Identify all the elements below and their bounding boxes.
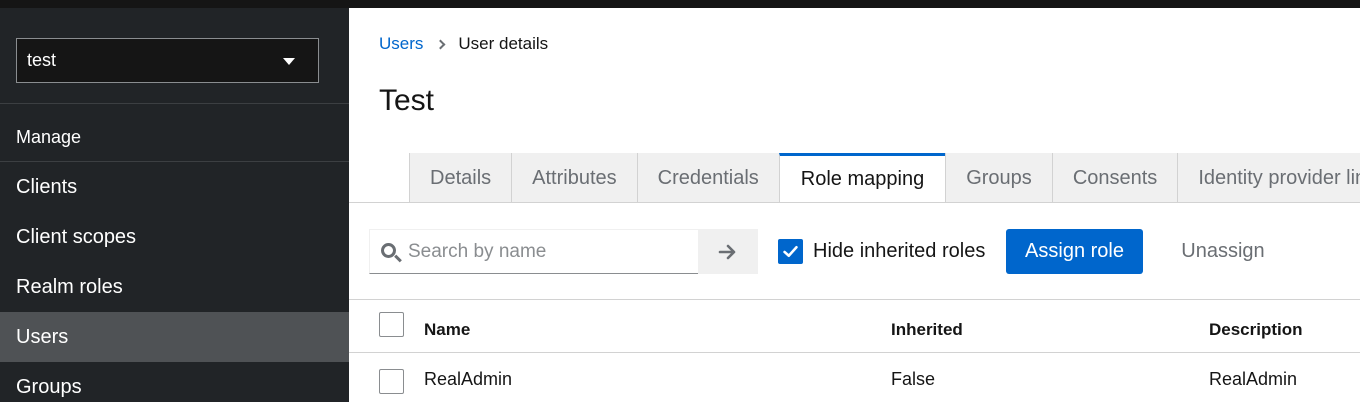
sidebar-item-label: Groups <box>16 375 82 398</box>
tab-details[interactable]: Details <box>409 153 512 203</box>
tab-consents[interactable]: Consents <box>1051 153 1178 203</box>
select-all-checkbox[interactable] <box>379 312 404 337</box>
assign-role-button[interactable]: Assign role <box>1006 229 1143 274</box>
sidebar-item-label: Clients <box>16 175 78 198</box>
tab-label: Identity provider links <box>1198 166 1360 189</box>
tab-label: Attributes <box>532 166 617 189</box>
tab-label: Details <box>430 166 492 189</box>
breadcrumb-users-link[interactable]: Users <box>379 34 423 54</box>
sidebar-item-label: Realm roles <box>16 275 123 298</box>
hide-inherited-checkbox[interactable] <box>778 239 803 264</box>
table-cell-description: RealAdmin <box>1209 369 1298 389</box>
column-header-name[interactable]: Name <box>424 320 470 340</box>
tab-role-mapping[interactable]: Role mapping <box>778 153 946 203</box>
tab-label: Credentials <box>657 166 759 189</box>
search-submit-button[interactable] <box>698 229 758 274</box>
hide-inherited-label[interactable]: Hide inherited roles <box>813 240 985 263</box>
table-cell-inherited: False <box>891 369 936 389</box>
arrow-right-icon <box>718 244 736 259</box>
check-icon <box>783 245 798 258</box>
chevron-right-icon <box>435 39 446 49</box>
breadcrumb-current: User details <box>458 34 549 53</box>
tab-attributes[interactable]: Attributes <box>511 153 637 203</box>
sidebar-item-realm-roles[interactable]: Realm roles <box>0 262 349 312</box>
masthead-strip <box>0 0 1360 8</box>
search-input[interactable] <box>408 238 693 266</box>
row-checkbox[interactable] <box>379 369 404 394</box>
tab-credentials[interactable]: Credentials <box>636 153 779 203</box>
sidebar-item-label: Client scopes <box>16 225 137 248</box>
sidebar-item-clients[interactable]: Clients <box>0 162 349 212</box>
unassign-button[interactable]: Unassign <box>1163 229 1283 274</box>
page-title: Test <box>379 84 435 117</box>
sidebar-item-groups[interactable]: Groups <box>0 362 349 402</box>
tab-bar: Details Attributes Credentials Role mapp… <box>409 153 1360 203</box>
sidebar-section-manage: Manage <box>16 127 82 147</box>
tab-label: Role mapping <box>800 168 925 190</box>
tabs-divider <box>349 202 1360 203</box>
tab-label: Groups <box>966 166 1032 189</box>
search-box <box>369 229 699 274</box>
sidebar: test Manage Clients Client scopes Realm … <box>0 8 349 402</box>
column-header-description: Description <box>1209 320 1303 339</box>
tab-groups[interactable]: Groups <box>945 153 1052 203</box>
sidebar-item-users[interactable]: Users <box>0 312 349 362</box>
breadcrumb: Users User details <box>379 34 548 54</box>
search-icon <box>381 243 396 258</box>
realm-selector-value: test <box>27 50 57 70</box>
sidebar-item-label: Users <box>16 325 69 348</box>
table-header-divider <box>349 352 1360 353</box>
tab-label: Consents <box>1072 166 1158 189</box>
table-cell-name: RealAdmin <box>424 369 513 389</box>
caret-down-icon <box>283 58 295 65</box>
table-top-divider <box>349 299 1360 300</box>
realm-selector[interactable]: test <box>16 38 319 83</box>
tab-identity-provider-links[interactable]: Identity provider links <box>1177 153 1360 203</box>
column-header-inherited: Inherited <box>891 320 963 339</box>
sidebar-item-client-scopes[interactable]: Client scopes <box>0 212 349 262</box>
sidebar-divider <box>0 103 349 104</box>
